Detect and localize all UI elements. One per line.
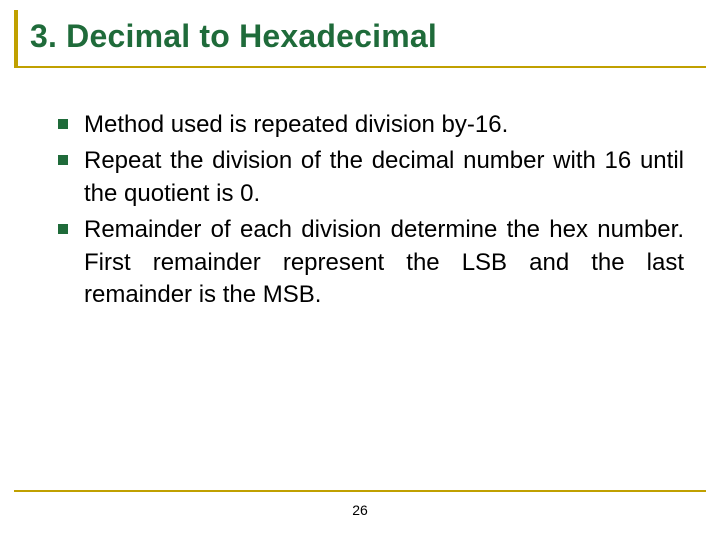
slide: 3. Decimal to Hexadecimal Method used is… (0, 0, 720, 540)
list-item-text: Method used is repeated division by-16. (84, 109, 508, 141)
list-item: Method used is repeated division by-16. (58, 109, 684, 141)
square-bullet-icon (58, 224, 68, 234)
content-area: Method used is repeated division by-16. … (0, 65, 720, 311)
list-item-text: Remainder of each division determine the… (84, 214, 684, 311)
bottom-rule (14, 490, 706, 492)
square-bullet-icon (58, 155, 68, 165)
list-item: Repeat the division of the decimal numbe… (58, 145, 684, 210)
square-bullet-icon (58, 119, 68, 129)
list-item: Remainder of each division determine the… (58, 214, 684, 311)
title-accent-bar (14, 10, 18, 66)
page-number: 26 (0, 502, 720, 518)
title-block: 3. Decimal to Hexadecimal (0, 0, 720, 65)
title-underline (14, 66, 706, 68)
list-item-text: Repeat the division of the decimal numbe… (84, 145, 684, 210)
slide-title: 3. Decimal to Hexadecimal (30, 18, 720, 55)
